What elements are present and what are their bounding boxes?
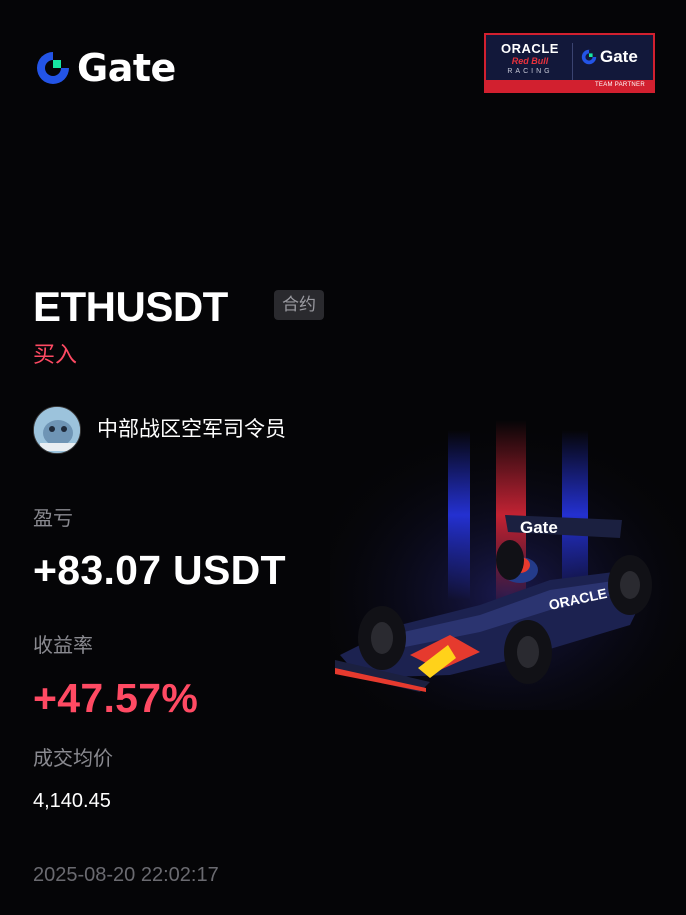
roi-value: +47.57%: [33, 675, 199, 721]
team-partner-label: TEAM PARTNER: [486, 80, 653, 91]
trade-side: 买入: [33, 342, 78, 367]
gate-logo: Gate: [33, 46, 176, 90]
gate-logo-icon: [33, 48, 73, 88]
pnl-value: +83.07 USDT: [33, 547, 286, 593]
racing-wordmark: RACING: [507, 68, 553, 75]
team-partner-badge: ORACLE Red Bull RACING Gate TEAM PARTNER: [484, 33, 655, 93]
avg-price-value: 4,140.45: [33, 790, 111, 812]
pnl-label: 盈亏: [33, 508, 73, 530]
partner-divider: [572, 43, 573, 81]
redbull-wordmark: Red Bull: [511, 56, 549, 66]
gate-logo-icon: [581, 49, 597, 65]
username[interactable]: 中部战区空军司令员: [97, 415, 286, 445]
avg-price-label: 成交均价: [33, 748, 113, 770]
partner-gate-text: Gate: [600, 47, 638, 66]
oracle-wordmark: ORACLE: [501, 41, 559, 56]
partner-gate-logo: Gate: [580, 47, 638, 67]
f1-car-image: Gate ORACLE: [330, 420, 686, 710]
avatar-icon[interactable]: [33, 406, 81, 454]
gate-logo-text: Gate: [77, 46, 176, 90]
contract-badge: 合约: [274, 290, 324, 320]
timestamp: 2025-08-20 22:02:17: [33, 864, 219, 886]
roi-label: 收益率: [33, 635, 93, 657]
trade-symbol: ETHUSDT: [33, 283, 228, 330]
rear-wing-livery: Gate: [520, 518, 558, 537]
